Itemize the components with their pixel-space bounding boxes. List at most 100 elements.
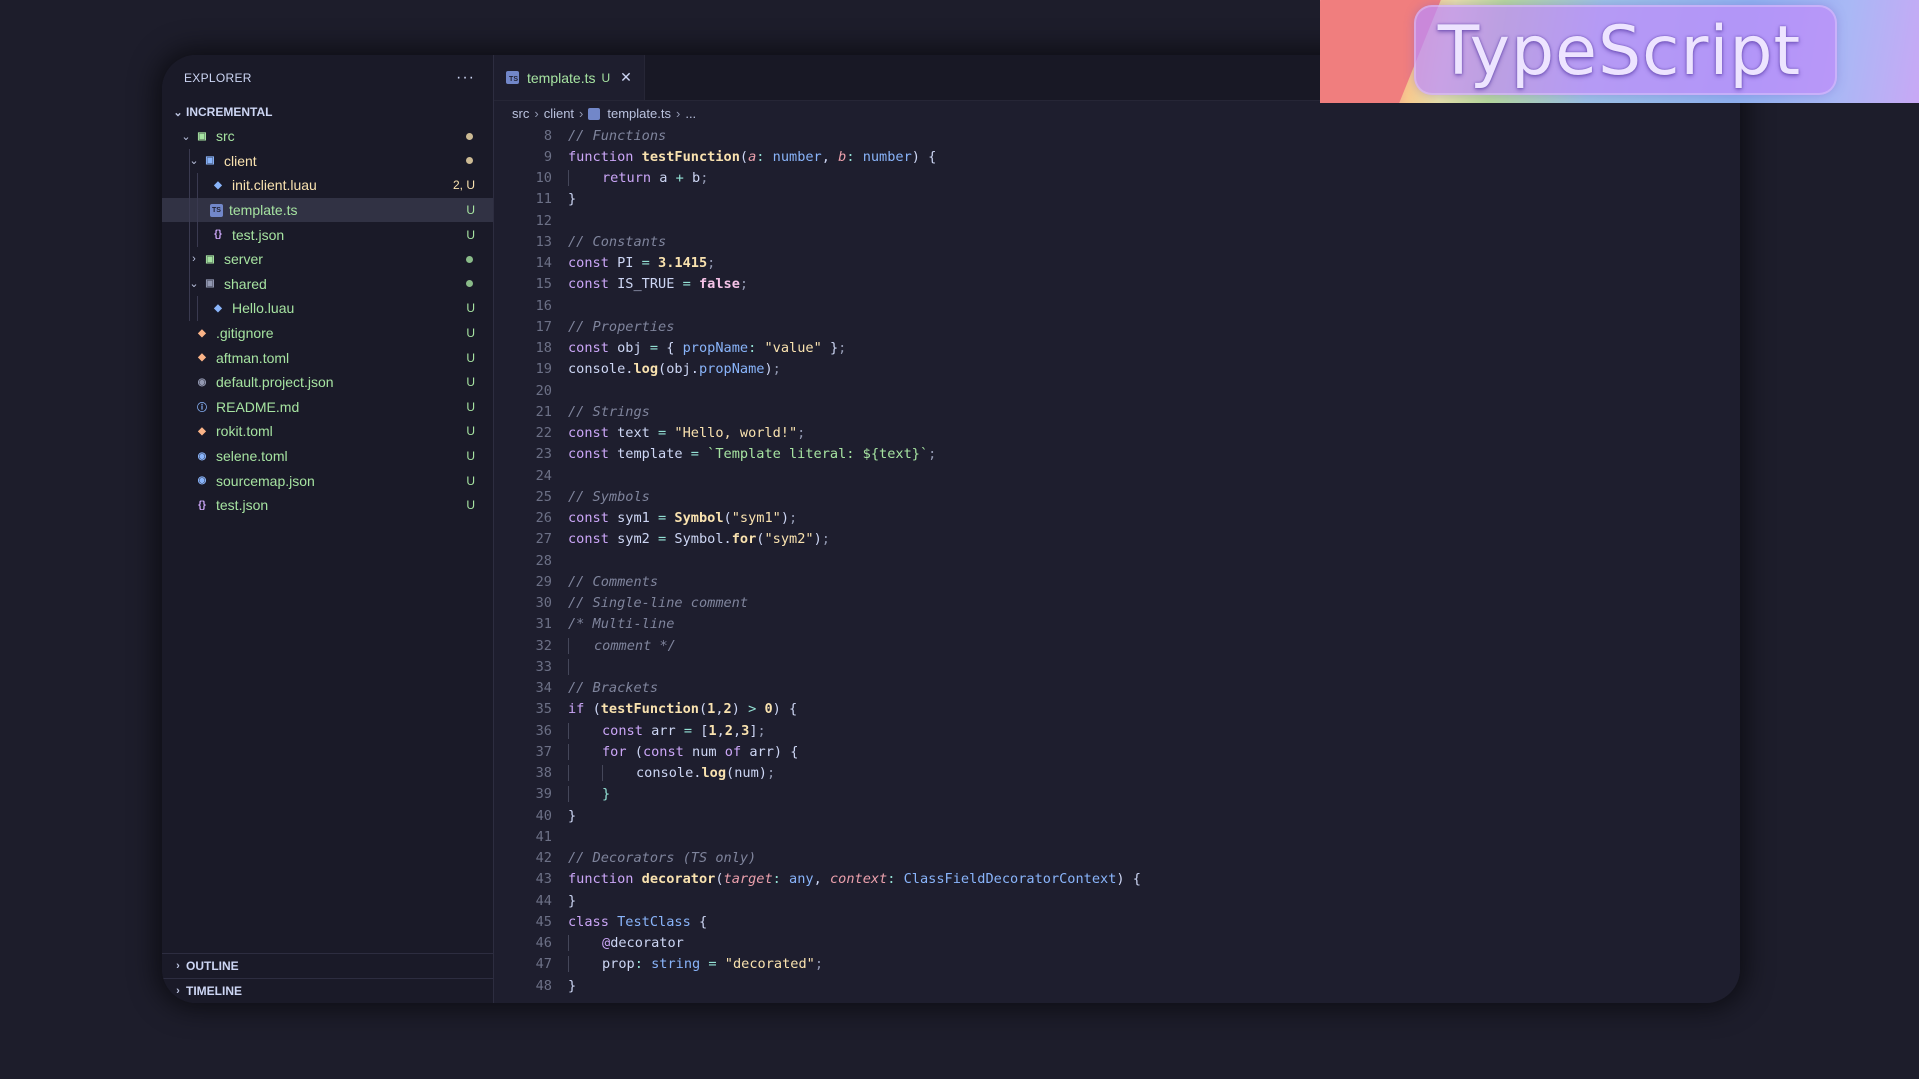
timeline-section-header[interactable]: › TIMELINE — [162, 978, 493, 1003]
code-token: ) — [764, 361, 773, 378]
code-line: 18 const obj = { propName: "value" }; — [494, 338, 1740, 359]
code-line: 19 console.log(obj.propName); — [494, 359, 1740, 380]
code-token: ; — [797, 425, 806, 442]
tree-item[interactable]: ⌄ ▣ shared — [162, 271, 493, 297]
code-token: /* Multi-line — [568, 616, 675, 633]
code-token: : — [748, 340, 765, 357]
code-token: , — [716, 722, 725, 739]
code-token: log — [701, 765, 727, 782]
typescript-file-icon — [588, 107, 601, 120]
vscode-window: EXPLORER ··· ⌄ INCREMENTAL ⌄ ▣ src ⌄ ▣ client… — [162, 55, 1740, 1003]
code-token: const — [568, 446, 618, 463]
tree-item[interactable]: › ▣ server — [162, 246, 493, 272]
close-icon[interactable]: ✕ — [620, 69, 632, 86]
code-token: const — [642, 743, 693, 760]
code-token: 1 — [708, 722, 717, 739]
code-line: 45 class TestClass { — [494, 911, 1740, 932]
code-content — [552, 553, 568, 569]
tree-item-label: aftman.toml — [216, 349, 290, 366]
tree-item-label: .gitignore — [216, 325, 274, 342]
explorer-header: EXPLORER ··· — [162, 55, 493, 100]
code-token: target — [723, 871, 773, 888]
code-token: console. — [636, 765, 702, 782]
code-content: const sym1 = Symbol("sym1"); — [552, 510, 797, 526]
code-token: testFunction — [600, 701, 699, 718]
code-editor[interactable]: 8// Functions 9 function testFunction(a: n… — [494, 125, 1740, 1003]
sourcemap-file-icon: ◉ — [197, 475, 207, 487]
code-content: // Brackets — [552, 680, 658, 696]
code-content: // Properties — [552, 319, 674, 335]
code-token: IS_TRUE — [617, 276, 683, 293]
tree-item[interactable]: ◆ Hello.luau U — [162, 296, 493, 321]
code-token: @ — [602, 935, 611, 952]
code-token: } — [821, 340, 839, 357]
code-token: } — [568, 807, 577, 824]
code-token: = — [649, 340, 667, 357]
tree-item[interactable]: ◆ .gitignore U — [162, 321, 493, 346]
code-token: ; — [772, 361, 781, 378]
tree-item[interactable]: {} test.json U — [162, 493, 493, 518]
tree-item[interactable]: ◆ init.client.luau 2, U — [162, 173, 493, 198]
breadcrumb-symbols[interactable]: ... — [685, 106, 696, 121]
code-token: b — [683, 170, 701, 187]
code-content: /* Multi-line — [552, 616, 674, 632]
breadcrumb-src[interactable]: src — [512, 106, 529, 121]
code-token: ; — [766, 765, 776, 782]
tree-item[interactable]: ⓘ README.md U — [162, 395, 493, 420]
code-line: 14 const PI = 3.1415; — [494, 253, 1740, 274]
code-token: ; — [789, 510, 798, 527]
indent-guide — [568, 765, 569, 782]
tree-item[interactable]: ◆ aftman.toml U — [162, 345, 493, 370]
code-line: 12 — [494, 210, 1740, 231]
tree-item[interactable]: TS template.ts U — [162, 197, 493, 223]
tab-template-ts[interactable]: TS template.ts U ✕ — [494, 55, 645, 100]
src-folder-icon: ▣ — [197, 130, 207, 142]
code-line: 26 const sym1 = Symbol("sym1"); — [494, 508, 1740, 529]
line-number: 45 — [535, 913, 552, 930]
line-number: 31 — [535, 616, 552, 633]
indent-guide — [189, 173, 190, 198]
tree-item-label: init.client.luau — [232, 177, 317, 194]
code-token: } — [568, 892, 577, 909]
tree-item[interactable]: {} test.json U — [162, 222, 493, 247]
code-token: ( — [739, 148, 749, 165]
more-actions-icon[interactable]: ··· — [456, 69, 475, 87]
luau-file-icon: ◆ — [214, 302, 222, 314]
code-token: context — [829, 871, 888, 888]
tree-item[interactable]: ⌄ ▣ src — [162, 124, 493, 149]
code-token: string — [651, 956, 709, 973]
tree-item[interactable]: ⌄ ▣ client — [162, 148, 493, 174]
git-status-badge: U — [466, 498, 475, 513]
code-token: ; — [707, 255, 716, 272]
line-number: 41 — [535, 828, 552, 845]
code-token: = — [708, 956, 725, 973]
breadcrumb-client[interactable]: client — [544, 106, 574, 121]
tree-item[interactable]: ◉ selene.toml U — [162, 444, 493, 469]
tree-item[interactable]: ◉ default.project.json U — [162, 370, 493, 395]
toml-file-icon: ◆ — [198, 425, 206, 437]
tree-item[interactable]: ◆ rokit.toml U — [162, 419, 493, 444]
line-number: 35 — [535, 701, 552, 718]
modified-dot — [466, 157, 473, 165]
code-line: 34 // Brackets — [494, 678, 1740, 699]
breadcrumb-file[interactable]: template.ts — [607, 106, 671, 121]
git-status-badge: U — [466, 301, 475, 316]
code-line: 38 console.log(num); — [494, 763, 1740, 784]
code-token: // Brackets — [568, 680, 659, 697]
code-token: any — [789, 871, 814, 888]
code-token: of — [724, 743, 750, 760]
outline-section-header[interactable]: › OUTLINE — [162, 953, 493, 978]
code-token: function — [568, 871, 642, 888]
outline-label: OUTLINE — [186, 959, 239, 973]
code-content: // Comments — [552, 574, 658, 590]
typescript-banner: TypeScript — [1320, 0, 1919, 103]
code-token: 2 — [723, 701, 732, 718]
code-token: // Decorators (TS only) — [568, 850, 757, 867]
tree-item-label: README.md — [216, 398, 300, 415]
code-token: // Properties — [568, 318, 675, 335]
tree-item[interactable]: ◉ sourcemap.json U — [162, 468, 493, 493]
code-token: const — [568, 255, 618, 272]
project-section-header[interactable]: ⌄ INCREMENTAL — [162, 100, 493, 124]
code-token: ) — [731, 701, 749, 718]
code-token: function — [568, 148, 642, 165]
